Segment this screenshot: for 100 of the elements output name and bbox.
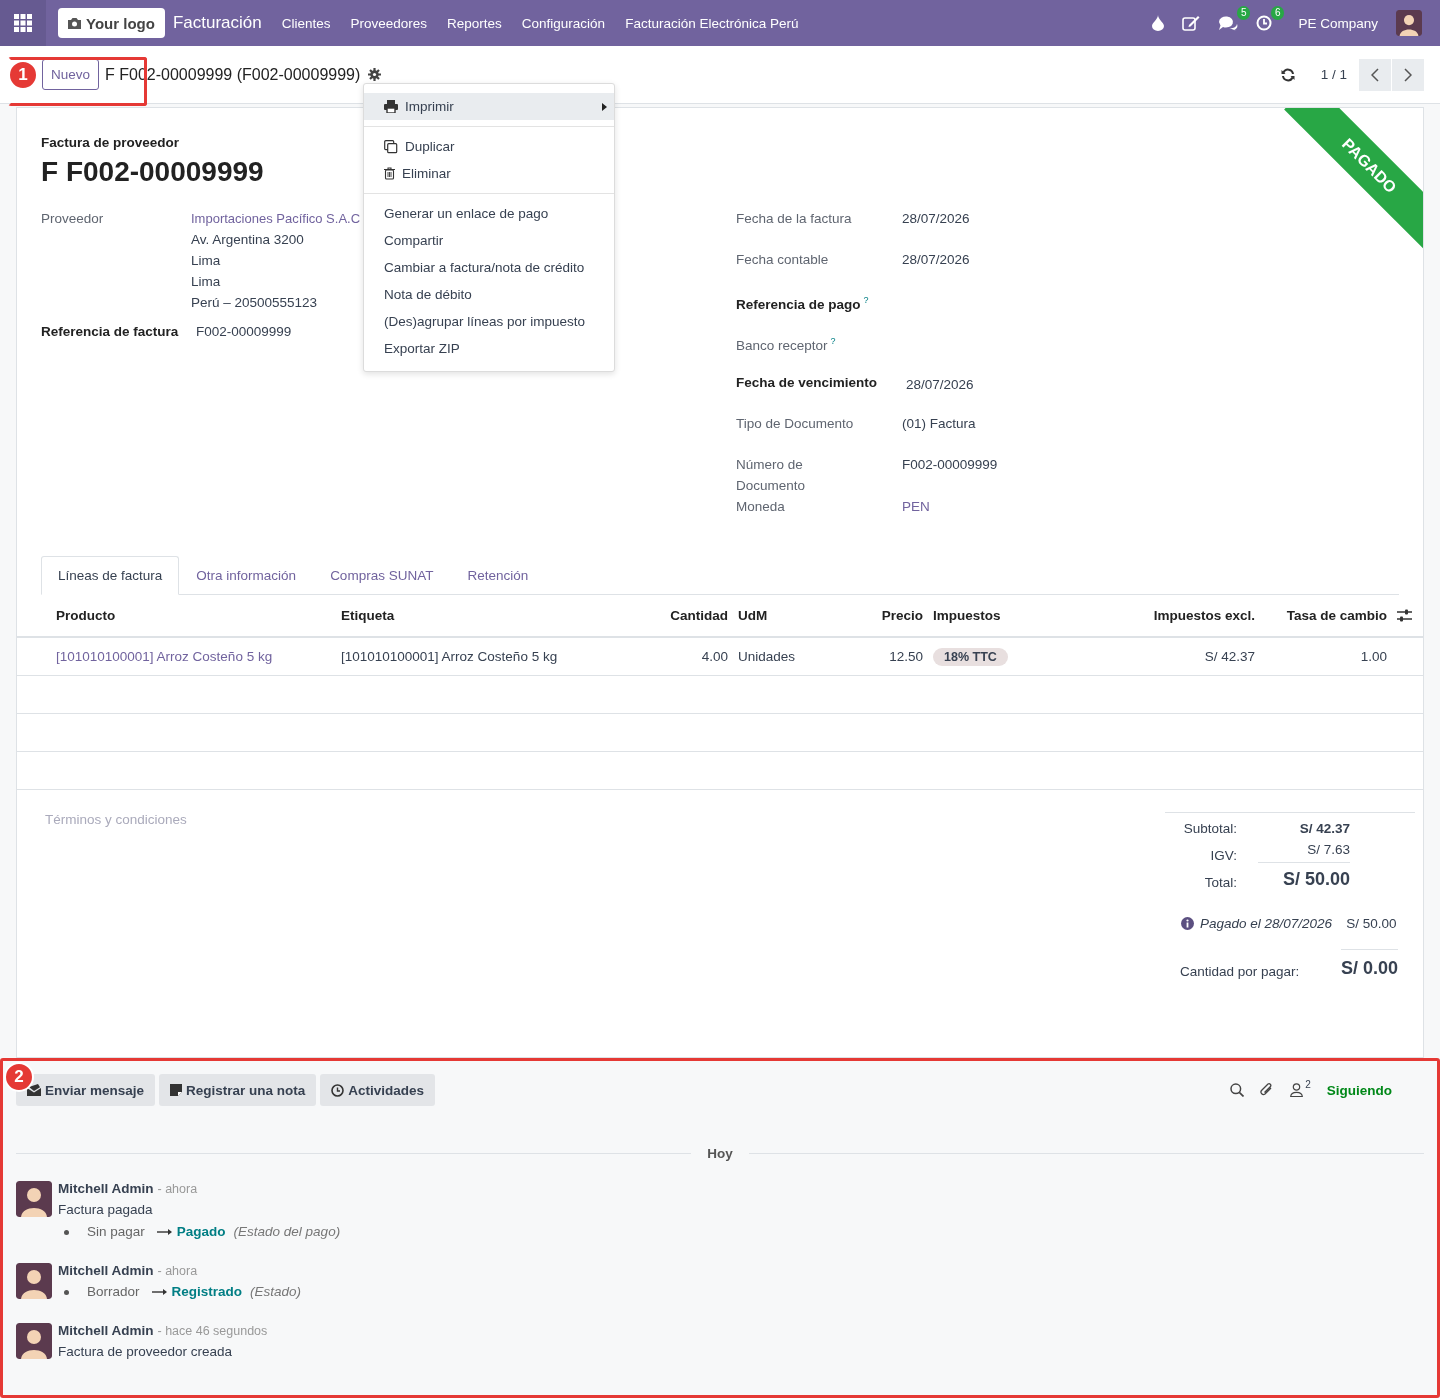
previous-button[interactable]	[1359, 58, 1391, 91]
app-title[interactable]: Facturación	[172, 13, 262, 33]
field-label: Moneda	[736, 499, 785, 514]
table-cell: Unidades	[738, 649, 796, 664]
tab[interactable]: Otra información	[179, 556, 314, 595]
field-label: Fecha de vencimiento	[736, 375, 878, 390]
field-name: (Estado del pago)	[233, 1223, 341, 1241]
column-header[interactable]: Producto	[51, 608, 336, 623]
logo[interactable]: Your logo	[58, 8, 165, 38]
envelope-icon	[27, 1084, 41, 1096]
menu-item[interactable]: Duplicar	[364, 133, 614, 160]
pager-value: 1 / 1	[1320, 67, 1347, 82]
column-header[interactable]: Tasa de cambio	[1260, 608, 1392, 623]
company-name[interactable]: PE Company	[1298, 15, 1378, 31]
column-header[interactable]: UdM	[733, 608, 828, 623]
bullet-icon	[64, 1229, 69, 1235]
sliders-icon	[1397, 609, 1412, 622]
following-button[interactable]: Siguiendo	[1326, 1082, 1392, 1098]
person-icon	[1290, 1083, 1304, 1097]
column-header[interactable]: Etiqueta	[336, 608, 636, 623]
user-avatar	[1396, 10, 1422, 36]
clock-icon	[1256, 15, 1273, 31]
menu-item[interactable]: Generar un enlace de pago	[364, 200, 614, 227]
menu-item[interactable]: Clientes	[281, 15, 331, 31]
field-label: Referencia de factura	[41, 323, 180, 341]
menu-item[interactable]: Exportar ZIP	[364, 335, 614, 362]
gear-icon	[368, 68, 382, 81]
printer-icon	[384, 100, 398, 113]
caret-icon	[602, 102, 607, 111]
camera-icon	[68, 17, 81, 29]
user-avatar	[16, 1181, 52, 1217]
field-label: Fecha de la factura	[736, 211, 852, 226]
field-label: Referencia de pago	[736, 296, 861, 312]
search-icon	[1230, 1083, 1245, 1097]
payment-info: Pagado el 28/07/2026	[1200, 916, 1333, 931]
table-cell: 12.50	[889, 649, 923, 664]
field-value: 28/07/2026	[902, 211, 970, 226]
table-cell: 1.00	[1360, 649, 1387, 664]
menu-item[interactable]: Compartir	[364, 227, 614, 254]
field-value: 28/07/2026	[906, 377, 974, 392]
next-button[interactable]	[1392, 58, 1424, 91]
tab[interactable]: Retención	[450, 556, 546, 595]
field-value: F002-00009999	[902, 457, 998, 472]
help-mark[interactable]: ?	[830, 336, 836, 346]
total-value: S/ 42.37	[1298, 821, 1350, 836]
author-name[interactable]: Mitchell Admin	[58, 1323, 154, 1338]
currency-link[interactable]: PEN	[902, 499, 930, 514]
address-line: Lima	[191, 252, 222, 270]
menu-item[interactable]: Eliminar	[364, 160, 614, 187]
tab[interactable]: Compras SUNAT	[313, 556, 451, 595]
address-line: Lima	[191, 273, 222, 291]
apps-menu-icon	[14, 14, 32, 32]
menu-item[interactable]: Cambiar a factura/nota de crédito	[364, 254, 614, 281]
arrow-icon	[156, 1228, 173, 1236]
column-header[interactable]: Impuestos excl.	[1096, 608, 1260, 623]
total-label: Subtotal:	[1182, 821, 1237, 836]
product-link[interactable]: [101010100001] Arroz Costeño 5 kg	[56, 649, 273, 664]
info-icon	[1181, 917, 1194, 930]
author-name[interactable]: Mitchell Admin	[58, 1263, 154, 1278]
table-cell: S/ 42.37	[1204, 649, 1255, 664]
chat-icon	[1218, 15, 1239, 31]
step-badge: 1	[8, 60, 38, 90]
user-avatar	[16, 1263, 52, 1299]
follower-count: 2	[1305, 1079, 1311, 1090]
chevron-right-icon	[1404, 67, 1412, 82]
address-line: Perú – 20500555123	[191, 294, 319, 312]
field-label: Proveedor	[41, 210, 105, 228]
column-header[interactable]: Precio	[828, 608, 928, 623]
menu-item[interactable]: Configuración	[521, 15, 606, 31]
chatter-button[interactable]: Registrar una nota	[159, 1074, 317, 1106]
author-name[interactable]: Mitchell Admin	[58, 1181, 154, 1196]
menu-item[interactable]: Imprimir	[364, 93, 614, 120]
message-text: Factura pagada	[58, 1201, 154, 1219]
menu-item[interactable]: Reportes	[447, 15, 502, 31]
chatter-button[interactable]: Actividades	[320, 1074, 436, 1106]
user-avatar	[16, 1323, 52, 1359]
date-separator: Hoy	[706, 1146, 734, 1161]
column-header[interactable]: Impuestos	[928, 608, 1096, 623]
total-value: S/ 50.00	[1281, 869, 1350, 890]
menu-item[interactable]: Nota de débito	[364, 281, 614, 308]
menu-item[interactable]: Proveedores	[350, 15, 428, 31]
old-value: Sin pagar	[87, 1223, 145, 1241]
field-name: (Estado)	[250, 1283, 302, 1301]
old-value: Borrador	[87, 1283, 140, 1301]
message-time: - ahora	[157, 1264, 198, 1278]
new-button[interactable]: Nuevo	[42, 59, 100, 90]
vendor-link[interactable]: Importaciones Pacífico S.A.C	[191, 208, 361, 229]
message-time: - hace 46 segundos	[157, 1324, 268, 1338]
document-title: F F002-00009999	[41, 156, 264, 188]
tax-tag: 18% TTC	[933, 648, 1008, 666]
field-label: Fecha contable	[736, 252, 829, 267]
column-header[interactable]: Cantidad	[636, 608, 733, 623]
menu-item[interactable]: Facturación Electrónica Perú	[625, 15, 799, 31]
tab[interactable]: Líneas de factura	[41, 556, 180, 595]
amount-due-label: Cantidad por pagar:	[1180, 964, 1300, 979]
help-mark[interactable]: ?	[863, 295, 869, 305]
table-cell: 4.00	[701, 649, 728, 664]
message-time: - ahora	[157, 1182, 198, 1196]
document-type: Factura de proveedor	[41, 135, 180, 150]
menu-item[interactable]: (Des)agrupar líneas por impuesto	[364, 308, 614, 335]
